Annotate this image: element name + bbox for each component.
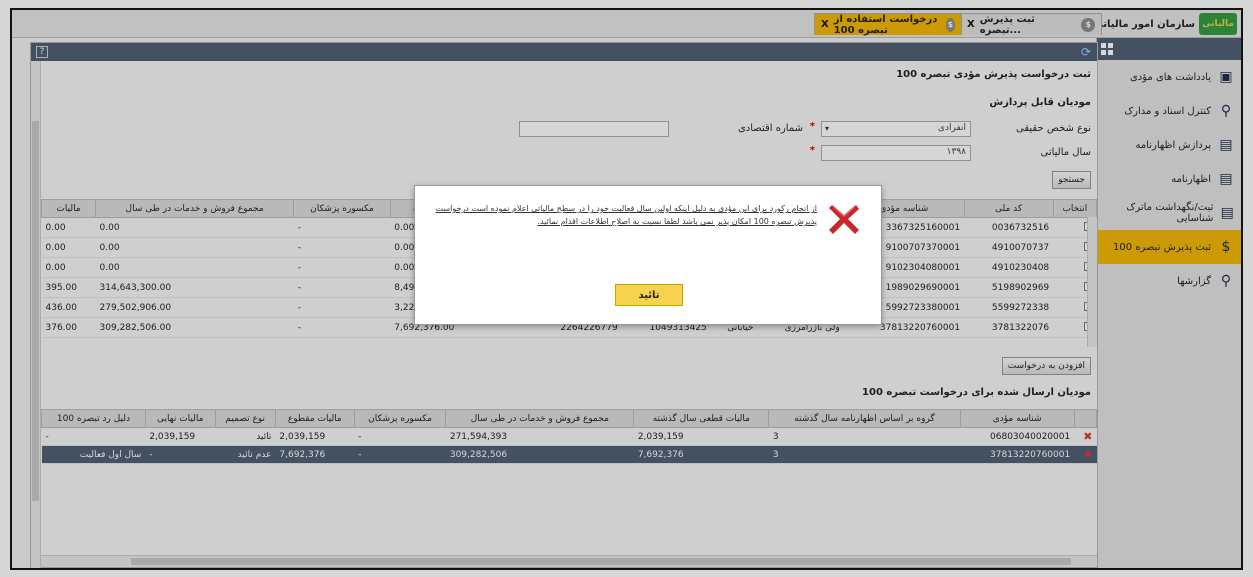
dialog-message: از انجام رکورد برای این مؤدی به دلیل این…	[435, 204, 817, 226]
error-dialog: از انجام رکورد برای این مؤدی به دلیل این…	[414, 185, 882, 325]
confirm-button[interactable]: تائید	[615, 284, 683, 306]
error-x-icon	[829, 205, 859, 234]
